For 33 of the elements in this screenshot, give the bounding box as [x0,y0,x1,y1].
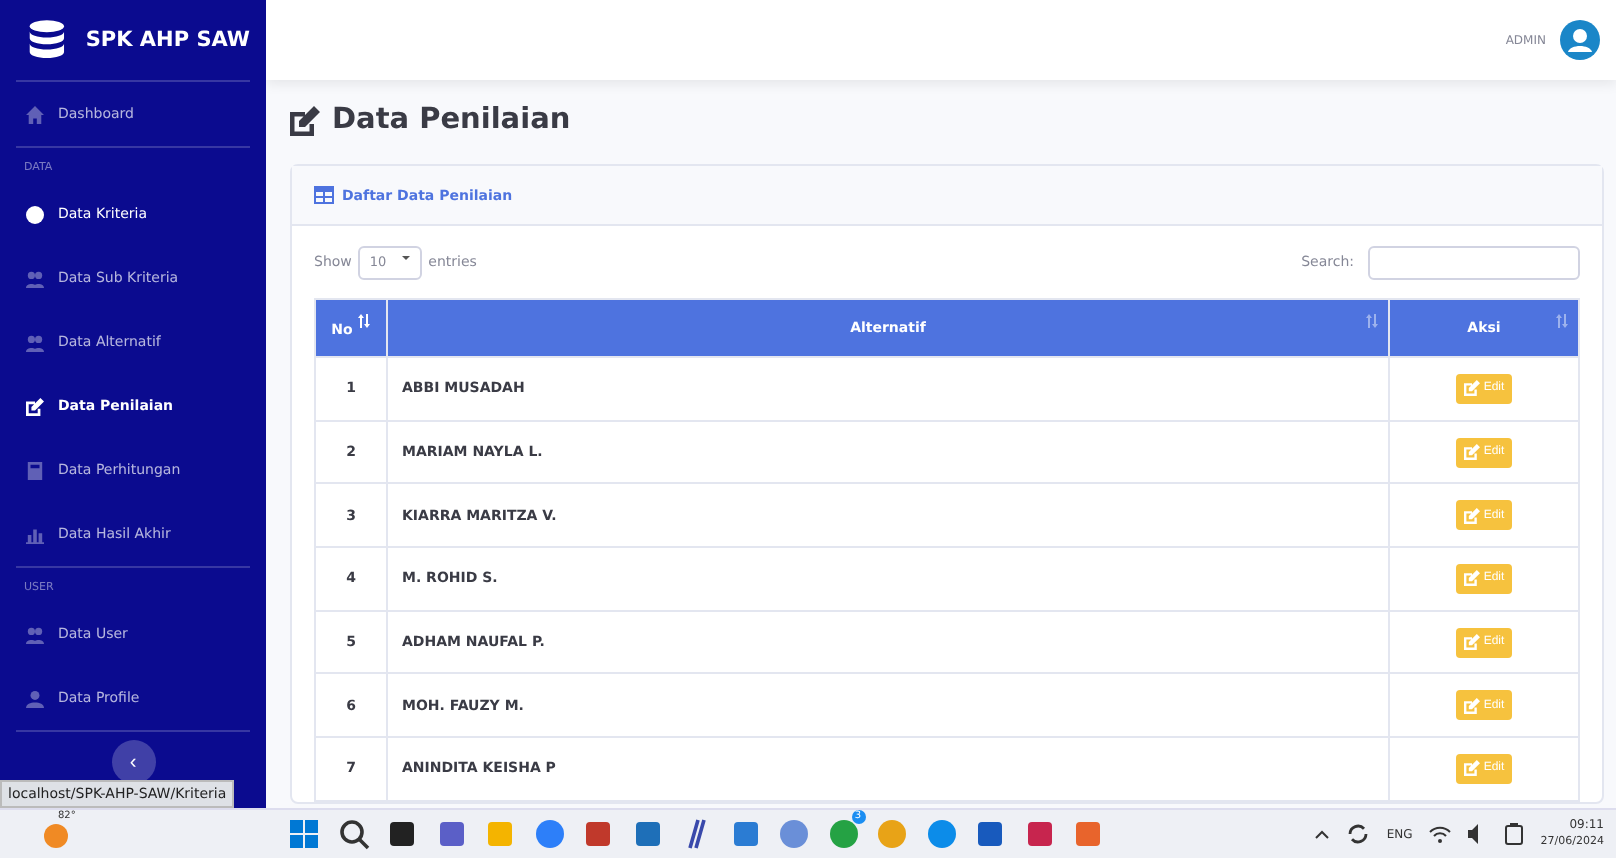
edit-icon [1463,697,1480,714]
edit-icon [1463,380,1480,397]
wifi-icon[interactable] [1428,824,1453,844]
edit-icon [290,105,320,135]
edit-icon [1463,570,1480,587]
person-icon [26,689,44,707]
chevron-up-icon[interactable] [1314,828,1331,840]
chart-icon [26,525,44,543]
database-icon [28,16,66,64]
sync-icon[interactable] [1346,822,1371,846]
people-icon [26,625,44,643]
people-icon [26,333,44,351]
home-icon [26,105,44,123]
brand-title[interactable]: SPK AHP SAW [85,28,250,52]
circle-icon [26,205,44,223]
windows-start-icon[interactable] [288,818,320,850]
edit-icon [1463,507,1480,524]
edit-icon [1463,444,1480,461]
sort-arrows-icon [1366,314,1378,328]
sort-arrows-icon [358,313,371,327]
search-icon[interactable] [337,818,369,850]
calc-icon [26,461,44,479]
app-icon[interactable] [386,818,418,850]
edit-icon [1463,760,1480,777]
page-title: Data Penilaian [332,104,571,136]
edit-icon [26,397,44,415]
edit-icon [1463,634,1480,651]
search-field[interactable] [1368,245,1580,279]
battery-icon[interactable] [1504,822,1525,846]
people-icon [26,269,44,287]
user-avatar-icon[interactable] [1560,20,1600,60]
table-icon [314,186,334,204]
sort-arrows-icon [1556,314,1568,328]
